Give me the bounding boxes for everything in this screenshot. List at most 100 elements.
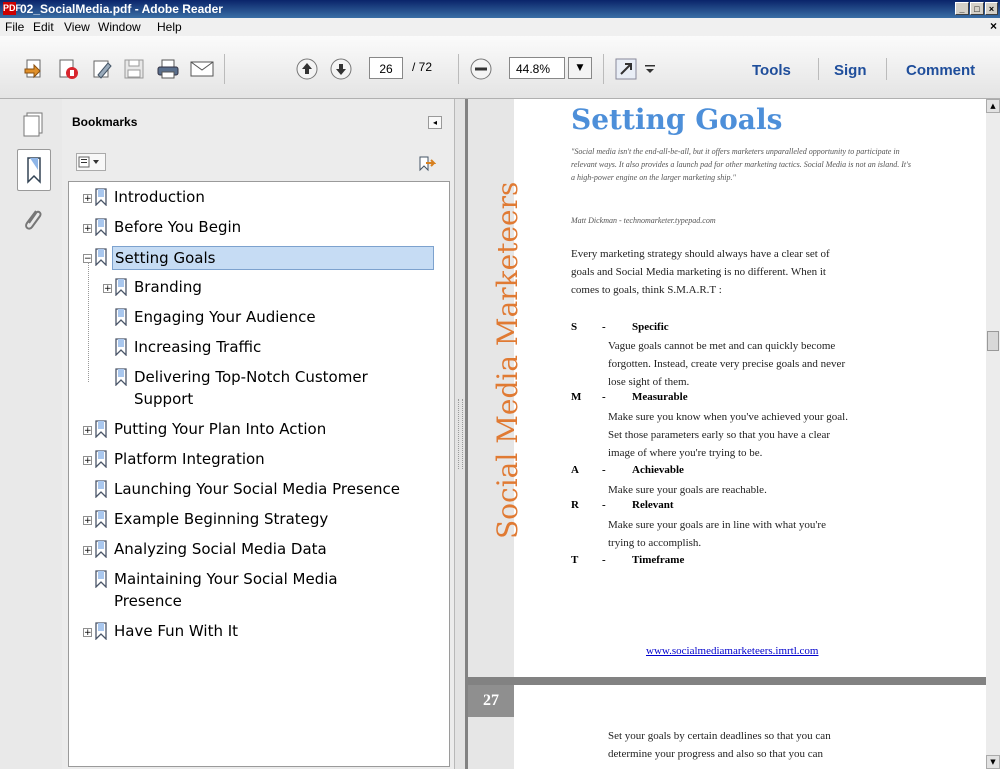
close-document-button[interactable]: × [990, 19, 997, 33]
collapse-panel-button[interactable]: ◂ [428, 116, 442, 129]
expand-icon[interactable]: + [83, 456, 92, 466]
bookmark-item[interactable]: Launching Your Social Media Presence [114, 478, 400, 500]
scroll-thumb[interactable] [987, 331, 999, 351]
bookmark-item[interactable]: Putting Your Plan Into Action [114, 418, 326, 440]
bookmark-item[interactable]: Have Fun With It [114, 620, 238, 642]
save-icon[interactable] [121, 56, 147, 82]
sign-edit-icon[interactable] [89, 56, 115, 82]
document-view[interactable]: Social Media Marketeers Setting Goals "S… [465, 99, 986, 769]
tree-connector [88, 262, 90, 382]
body-line: Set your goals by certain deadlines so t… [608, 730, 831, 742]
expand-icon[interactable]: + [83, 516, 92, 526]
smart-desc-line: Make sure you know when you've achieved … [608, 411, 848, 423]
attachments-icon[interactable] [22, 207, 44, 237]
smart-dash: - [602, 464, 606, 476]
zoom-dropdown-icon[interactable]: ▼ [568, 57, 592, 79]
bookmark-item[interactable]: Delivering Top-Notch Customer [134, 366, 368, 388]
bookmark-icon [113, 278, 129, 297]
panel-splitter[interactable] [455, 99, 465, 769]
smart-desc-line: Make sure your goals are in line with wh… [608, 519, 826, 531]
zoom-out-icon[interactable] [468, 56, 494, 82]
menu-help[interactable]: Help [157, 20, 182, 34]
expand-icon[interactable]: + [83, 194, 92, 204]
bookmark-item[interactable]: Before You Begin [114, 216, 241, 238]
maximize-button[interactable]: □ [970, 2, 984, 15]
previous-page-icon[interactable] [294, 56, 320, 82]
smart-word: Measurable [632, 391, 688, 403]
toolbar-separator [886, 58, 887, 80]
bookmark-item[interactable]: Maintaining Your Social Media [114, 568, 338, 590]
smart-desc-line: forgotten. Instead, create very precise … [608, 358, 846, 370]
bookmark-item[interactable]: Increasing Traffic [134, 336, 261, 358]
bookmarks-header: Bookmarks ◂ [62, 99, 454, 143]
bookmark-item[interactable]: Platform Integration [114, 448, 265, 470]
smart-word: Timeframe [632, 554, 685, 566]
tools-button[interactable]: Tools [752, 62, 791, 79]
bookmarks-panel: Bookmarks ◂ + Introduction + Before You Beg… [62, 99, 455, 769]
menu-window[interactable]: Window [98, 20, 141, 34]
intro-line: comes to goals, think S.M.A.R.T : [571, 284, 722, 296]
bookmark-icon [93, 510, 109, 529]
minimize-button[interactable]: _ [955, 2, 969, 15]
bookmark-icon [113, 338, 129, 357]
navigation-pane-strip [0, 99, 63, 769]
bookmark-icon [113, 308, 129, 327]
bookmark-options-icon[interactable] [76, 153, 106, 171]
expand-icon[interactable]: + [83, 426, 92, 436]
expand-bookmark-icon[interactable] [416, 155, 437, 177]
fit-page-icon[interactable] [613, 56, 639, 82]
sign-button[interactable]: Sign [834, 62, 867, 79]
bookmarks-panel-tab[interactable] [17, 149, 51, 191]
bookmark-icon [113, 368, 129, 387]
bookmark-item[interactable]: Analyzing Social Media Data [114, 538, 327, 560]
menu-bar: File Edit View Window Help × [0, 18, 1000, 36]
create-pdf-icon[interactable] [21, 56, 47, 82]
smart-letter: R [571, 499, 579, 511]
page-number-input[interactable]: 26 [369, 57, 403, 79]
toolbar: 26 / 72 44.8% ▼ Tools Sign Comment [0, 36, 1000, 99]
scroll-down-icon[interactable]: ▼ [986, 755, 1000, 769]
expand-icon[interactable]: + [83, 546, 92, 556]
adobe-reader-icon: PDF [3, 2, 21, 15]
expand-icon[interactable]: + [83, 628, 92, 638]
smart-letter: A [571, 464, 579, 476]
bookmark-item-continuation[interactable]: Presence [114, 590, 182, 612]
expand-icon[interactable]: + [103, 284, 112, 294]
menu-view[interactable]: View [64, 20, 90, 34]
expand-icon[interactable]: + [83, 224, 92, 234]
pdf-page-26: Social Media Marketeers Setting Goals "S… [468, 99, 986, 677]
toolbar-separator [603, 54, 604, 84]
scroll-up-icon[interactable]: ▲ [986, 99, 1000, 113]
next-page-icon[interactable] [328, 56, 354, 82]
print-icon[interactable] [155, 56, 181, 82]
more-tools-icon[interactable] [643, 56, 657, 82]
zoom-input[interactable]: 44.8% [509, 57, 565, 79]
comment-button[interactable]: Comment [906, 62, 975, 79]
bookmark-item[interactable]: Engaging Your Audience [134, 306, 316, 328]
bookmark-item-continuation[interactable]: Support [134, 388, 193, 410]
bookmark-item[interactable]: Introduction [114, 186, 205, 208]
edit-pdf-icon[interactable] [55, 56, 81, 82]
bookmark-item[interactable]: Example Beginning Strategy [114, 508, 328, 530]
bookmark-item[interactable]: Branding [134, 276, 202, 298]
menu-edit[interactable]: Edit [33, 20, 54, 34]
email-icon[interactable] [189, 56, 215, 82]
title-bar: PDF 02_SocialMedia.pdf - Adobe Reader _ … [0, 0, 1000, 18]
window-title: 02_SocialMedia.pdf - Adobe Reader [20, 2, 223, 16]
page-heading: Setting Goals [571, 103, 783, 136]
smart-dash: - [602, 499, 606, 511]
vertical-scrollbar[interactable]: ▲ ▼ [986, 99, 1000, 769]
bookmark-item[interactable]: Setting Goals [112, 246, 434, 270]
bookmark-icon [93, 420, 109, 439]
pages-icon[interactable] [22, 111, 46, 141]
toolbar-separator [818, 58, 819, 80]
menu-file[interactable]: File [5, 20, 24, 34]
close-window-button[interactable]: × [985, 2, 998, 15]
bookmark-icon [93, 450, 109, 469]
smart-dash: - [602, 554, 606, 566]
smart-desc-line: lose sight of them. [608, 376, 690, 388]
footer-link[interactable]: www.socialmediamarketeers.imrtl.com [646, 645, 818, 657]
bookmark-icon [93, 570, 109, 589]
smart-word: Specific [632, 321, 669, 333]
bookmark-icon [93, 248, 109, 267]
